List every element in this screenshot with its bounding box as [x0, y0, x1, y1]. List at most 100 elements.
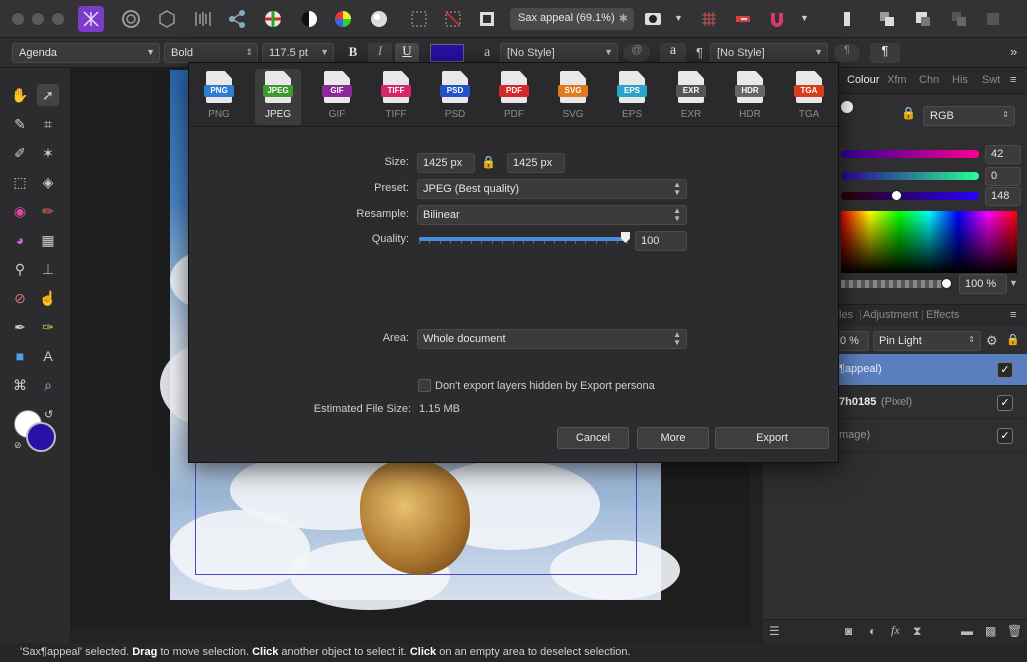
paint-mixer-tool-icon[interactable]: ◉ [9, 200, 31, 222]
export-width-field[interactable]: 1425 px [417, 153, 475, 173]
bold-button[interactable]: B [341, 44, 365, 62]
layer-lock-icon[interactable]: 🔒 [1006, 333, 1020, 346]
pixel-tool-icon[interactable]: ▦ [37, 229, 59, 251]
aspect-lock-icon[interactable]: 🔒 [481, 155, 497, 171]
font-family-field[interactable]: Agenda ▼ [12, 43, 160, 63]
tab-adjustment[interactable]: Adjustment [863, 309, 918, 321]
paragraph-style-field[interactable]: [No Style] ▼ [710, 43, 828, 63]
close-window-button[interactable] [12, 13, 24, 25]
new-group-folder-icon[interactable]: ▬ [961, 624, 973, 638]
arrange-back-icon[interactable] [910, 6, 936, 32]
fx-icon[interactable]: fx [891, 623, 900, 638]
selection-brush-tool-icon[interactable]: ✐ [9, 142, 31, 164]
format-hdr-button[interactable]: HDR HDR [727, 69, 773, 125]
add-mask-icon[interactable]: ◙ [845, 624, 852, 638]
text-tool-icon[interactable]: A [37, 345, 59, 367]
dodge-tool-icon[interactable]: ⚲ [9, 258, 31, 280]
layers-stack-icon[interactable]: ☰ [769, 624, 780, 638]
format-tiff-button[interactable]: TIFF TIFF [373, 69, 419, 125]
adjustment-icon[interactable]: ◐ [869, 624, 876, 638]
arrange-forward-icon[interactable] [874, 6, 900, 32]
opacity-chevron-icon[interactable]: ▼ [1009, 278, 1018, 288]
character-style-options-button[interactable]: @ [624, 44, 650, 62]
snapping-guides-icon[interactable] [730, 6, 756, 32]
color-replacement-tool-icon[interactable]: ◕ [9, 229, 31, 251]
layer-visibility-checkbox[interactable]: ✓ [997, 362, 1013, 378]
move-tool-icon[interactable]: ➚ [37, 84, 59, 106]
quick-mask-icon[interactable] [640, 6, 666, 32]
layer-settings-gear-icon[interactable]: ⚙ [986, 333, 998, 349]
bring-to-front-icon[interactable] [834, 6, 860, 32]
invert-selection-icon[interactable] [474, 6, 500, 32]
character-style-field[interactable]: [No Style] ▼ [500, 43, 618, 63]
underline-button[interactable]: U [395, 43, 419, 63]
share-icon[interactable] [224, 6, 250, 32]
blue-slider[interactable] [841, 192, 979, 200]
format-gif-button[interactable]: GIF GIF [314, 69, 360, 125]
tone-mapping-persona-icon[interactable] [190, 6, 216, 32]
develop-persona-icon[interactable] [154, 6, 180, 32]
opacity-slider[interactable] [841, 280, 949, 288]
node-tool-icon[interactable]: ✑ [37, 316, 59, 338]
tab-history[interactable]: His [952, 74, 968, 86]
send-to-back-icon[interactable] [980, 6, 1006, 32]
pen-tool-icon[interactable]: ✒ [9, 316, 31, 338]
opacity-slider-handle[interactable] [941, 278, 952, 289]
format-pdf-button[interactable]: PDF PDF [491, 69, 537, 125]
format-eps-button[interactable]: EPS EPS [609, 69, 655, 125]
panel-menu-icon[interactable]: ≡ [1010, 74, 1016, 86]
colour-current-swatch[interactable] [841, 101, 853, 113]
flood-fill-tool-icon[interactable]: ◈ [37, 171, 59, 193]
minimize-window-button[interactable] [32, 13, 44, 25]
liquify-persona-icon[interactable] [118, 6, 144, 32]
marquee-icon[interactable] [406, 6, 432, 32]
format-psd-button[interactable]: PSD PSD [432, 69, 478, 125]
green-value[interactable]: 0 [985, 167, 1021, 186]
export-button[interactable]: Export [715, 427, 829, 449]
levels-icon[interactable] [260, 6, 286, 32]
paint-brush-tool-icon[interactable]: ✏ [37, 200, 59, 222]
secondary-color-swatch[interactable] [26, 422, 56, 452]
colour-mode-select[interactable]: RGB ⇕ [923, 106, 1015, 126]
rectangle-tool-icon[interactable]: ■ [9, 345, 31, 367]
italic-button[interactable]: I [368, 43, 392, 63]
marquee-tool-icon[interactable]: ⬚ [9, 171, 31, 193]
snapping-magnet-icon[interactable] [764, 6, 790, 32]
tab-transform[interactable]: Xfm [887, 74, 907, 86]
white-balance-icon[interactable] [366, 6, 392, 32]
new-pixel-layer-icon[interactable]: ▩ [985, 624, 996, 638]
paragraph-style-options-button[interactable]: ¶ [834, 44, 860, 62]
blemish-tool-icon[interactable]: ⊘ [9, 287, 31, 309]
font-size-field[interactable]: 117.5 pt ▼ [262, 43, 334, 63]
quality-slider[interactable] [419, 229, 631, 249]
layers-panel-menu-icon[interactable]: ≡ [1010, 309, 1016, 321]
colour-spectrum[interactable] [841, 211, 1017, 273]
magic-wand-tool-icon[interactable]: ✶ [37, 142, 59, 164]
quality-field[interactable]: 100 [635, 231, 687, 251]
font-style-field[interactable]: Bold ⇕ [164, 43, 258, 63]
layer-visibility-checkbox[interactable]: ✓ [997, 428, 1013, 444]
tab-colour[interactable]: Colour [847, 74, 879, 86]
format-svg-button[interactable]: SVG SVG [550, 69, 596, 125]
snapping-chevron-icon[interactable]: ▼ [800, 13, 809, 23]
send-backward-icon[interactable] [946, 6, 972, 32]
document-tab[interactable]: Sax appeal (69.1%) ✱ [510, 8, 634, 30]
chevron-down-icon[interactable]: ▼ [674, 13, 683, 23]
red-value[interactable]: 42 [985, 145, 1021, 164]
text-color-swatch[interactable] [430, 44, 464, 62]
preset-select[interactable]: JPEG (Best quality) ▲ ▼ [417, 179, 687, 199]
black-white-icon[interactable] [296, 6, 322, 32]
mesh-warp-tool-icon[interactable]: ⌘ [9, 374, 31, 396]
swap-colors-icon[interactable]: ↺ [44, 408, 53, 421]
more-button[interactable]: More [637, 427, 709, 449]
cancel-button[interactable]: Cancel [557, 427, 629, 449]
opacity-field[interactable]: 100 % [959, 274, 1007, 294]
blue-value[interactable]: 148 [985, 187, 1021, 206]
format-jpeg-button[interactable]: JPEG JPEG [255, 69, 301, 125]
tab-effects[interactable]: Effects [926, 309, 959, 321]
hidden-layers-checkbox[interactable] [418, 379, 431, 392]
resample-select[interactable]: Bilinear ▲ ▼ [417, 205, 687, 225]
tab-swatches[interactable]: Swt [982, 74, 1000, 86]
format-exr-button[interactable]: EXR EXR [668, 69, 714, 125]
export-height-field[interactable]: 1425 px [507, 153, 565, 173]
